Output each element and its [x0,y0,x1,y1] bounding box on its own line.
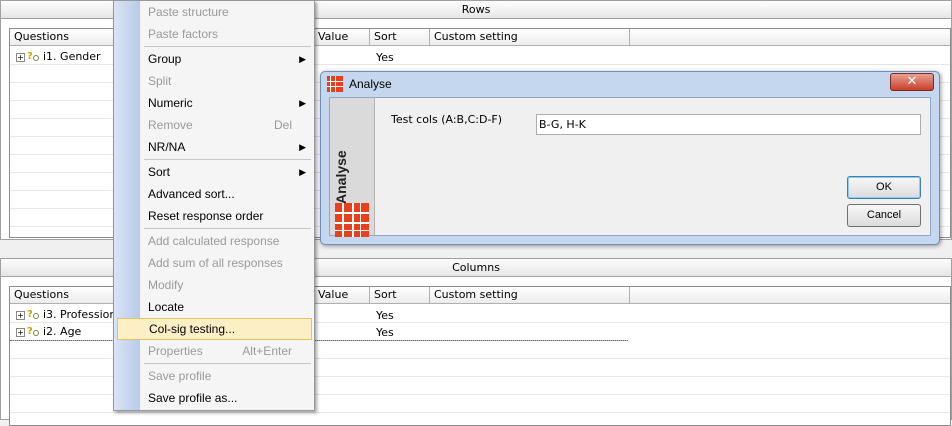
menu-item-nrna[interactable]: NR/NA ▶ [141,136,312,158]
cols-header-filler [630,287,950,304]
cols-header-custom[interactable]: Custom setting [430,287,630,304]
col-sort-value: Yes [376,326,394,339]
test-cols-input[interactable]: B-G, H-K [536,114,921,135]
col-question-label: i2. Age [43,325,82,338]
menu-item-locate[interactable]: Locate [141,296,312,318]
col-question-label: i3. Profession [43,308,117,321]
menu-item-numeric[interactable]: Numeric ▶ [141,92,312,114]
submenu-arrow-icon: ▶ [299,167,306,177]
menu-item-label: Properties [148,344,203,358]
menu-item-label: Numeric [148,96,193,110]
question-key-icon: ? [27,50,41,64]
table-row[interactable]: +? i2. Age [16,325,81,339]
menu-shortcut: Alt+Enter [242,344,292,358]
rows-header-value[interactable]: Value [314,29,370,46]
menu-item-add-sum: Add sum of all responses [148,256,283,270]
submenu-arrow-icon: ▶ [299,142,306,152]
rows-header-custom[interactable]: Custom setting [430,29,630,46]
menu-item-label: Remove [148,118,193,132]
expand-icon[interactable]: + [16,310,25,320]
cols-header-value[interactable]: Value [314,287,370,304]
rows-header-filler [630,29,950,46]
menu-item-col-sig-testing[interactable]: Col-sig testing... [117,318,312,340]
row-sort-value: Yes [376,51,394,64]
menu-item-paste-factors: Paste factors [148,27,219,41]
menu-item-reset-order[interactable]: Reset response order [141,205,312,227]
menu-item-add-calculated: Add calculated response [148,234,280,248]
col-sort-value: Yes [376,309,394,322]
menu-item-group[interactable]: Group ▶ [141,48,312,70]
menu-item-paste-structure: Paste structure [148,5,229,19]
analyse-dialog: Analyse ✕ Analyse Test cols (A:B,C:D-F) … [320,71,940,245]
analyse-logo-icon [335,203,369,237]
menu-item-save-profile: Save profile [148,369,212,383]
table-row[interactable]: +? i1. Gender [16,50,101,64]
side-banner-label: Analyse [333,150,349,204]
menu-shortcut: Del [273,118,292,132]
rows-header-sort[interactable]: Sort [370,29,430,46]
dialog-title: Analyse [349,77,392,91]
submenu-arrow-icon: ▶ [299,98,306,108]
menu-item-sort[interactable]: Sort ▶ [141,161,312,183]
expand-icon[interactable]: + [16,327,25,337]
row-question-label: i1. Gender [43,50,101,63]
expand-icon[interactable]: + [16,52,25,62]
menu-item-advanced-sort[interactable]: Advanced sort... [141,183,312,205]
menu-item-split: Split [148,74,172,88]
menu-item-properties: Properties Alt+Enter [141,340,312,362]
menu-item-label: NR/NA [148,140,186,154]
dialog-titlebar[interactable]: Analyse ✕ [321,72,939,96]
test-cols-label: Test cols (A:B,C:D-F) [391,113,503,126]
submenu-arrow-icon: ▶ [299,54,306,64]
cancel-button[interactable]: Cancel [847,204,921,227]
menu-item-label: Group [148,52,182,66]
table-row[interactable]: +? i3. Profession [16,308,116,322]
question-key-icon: ? [27,325,41,339]
close-button[interactable]: ✕ [890,73,934,91]
dialog-side-banner: Analyse [330,98,375,237]
app-logo-icon [327,76,343,92]
context-menu: Paste structure Paste factors Group ▶ Spl… [113,0,315,411]
dialog-body: Analyse Test cols (A:B,C:D-F) B-G, H-K O… [329,97,931,237]
menu-item-save-profile-as[interactable]: Save profile as... [141,387,312,409]
close-icon: ✕ [906,74,918,89]
menu-icon-strip [114,1,140,410]
ok-button[interactable]: OK [847,176,921,199]
menu-item-label: Sort [148,165,171,179]
menu-item-remove: Remove Del [141,114,312,136]
question-key-icon: ? [27,308,41,322]
cols-header-sort[interactable]: Sort [370,287,430,304]
menu-item-modify: Modify [148,278,184,292]
